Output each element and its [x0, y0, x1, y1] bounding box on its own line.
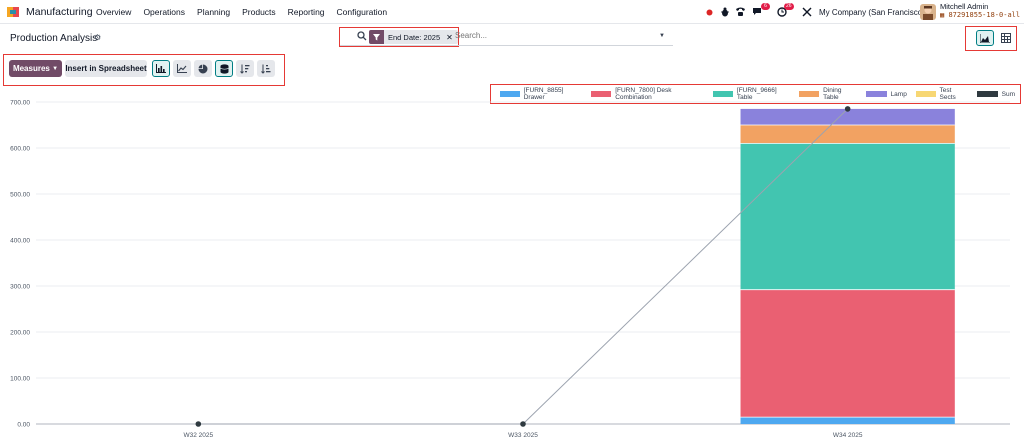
y-tick-label: 200.00: [10, 329, 30, 336]
line-chart-button[interactable]: [173, 60, 191, 77]
menu-item-products[interactable]: Products: [242, 7, 276, 17]
table-icon: [1001, 33, 1011, 43]
measures-button[interactable]: Measures ▼: [9, 60, 62, 77]
y-tick-label: 600.00: [10, 145, 30, 152]
x-tick-label: W34 2025: [833, 432, 863, 439]
pie-chart-icon: [198, 64, 208, 73]
stacked-toggle-button[interactable]: [215, 60, 233, 77]
bar-chart-icon: [156, 64, 166, 73]
page-title: Production Analysis: [10, 33, 98, 44]
database-name-text: 87291855-18-0-all: [948, 11, 1021, 19]
phone-icon[interactable]: [735, 6, 746, 17]
sort-ascending-button[interactable]: [257, 60, 275, 77]
database-icon: [219, 63, 229, 74]
filter-icon: [369, 30, 384, 44]
y-tick-label: 700.00: [10, 99, 30, 106]
area-chart-icon: [980, 33, 990, 43]
menu-item-planning[interactable]: Planning: [197, 7, 230, 17]
menu-item-operations[interactable]: Operations: [143, 7, 185, 17]
bar-segment: [740, 125, 955, 144]
line-chart-icon: [177, 64, 187, 73]
database-name: ▦ 87291855-18-0-all: [940, 11, 1021, 19]
bar-segment: [740, 289, 955, 418]
user-name[interactable]: Mitchell Admin: [940, 2, 988, 11]
messages-badge: 6: [761, 3, 770, 10]
top-navbar: Manufacturing Overview Operations Planni…: [0, 0, 1024, 24]
search-input[interactable]: [455, 31, 655, 40]
sort-descending-button[interactable]: [236, 60, 254, 77]
manufacturing-app-icon[interactable]: [7, 6, 19, 18]
facet-label: End Date: 2025: [388, 32, 441, 42]
caret-down-icon: ▼: [52, 65, 59, 72]
menu-item-overview[interactable]: Overview: [96, 7, 131, 17]
tools-icon[interactable]: [802, 7, 812, 17]
sum-point: [195, 421, 202, 427]
sort-ascending-icon: [261, 64, 271, 74]
x-tick-label: W32 2025: [184, 432, 214, 439]
y-tick-label: 300.00: [10, 283, 30, 290]
y-tick-label: 0.00: [17, 421, 30, 428]
y-tick-label: 100.00: [10, 375, 30, 382]
measures-label: Measures: [12, 64, 50, 73]
y-tick-label: 400.00: [10, 237, 30, 244]
sum-point: [844, 106, 851, 112]
search-facet[interactable]: End Date: 2025 ✕: [369, 30, 458, 44]
bar-segment: [740, 143, 955, 290]
app-name[interactable]: Manufacturing: [26, 6, 93, 18]
pie-chart-button[interactable]: [194, 60, 212, 77]
sort-descending-icon: [240, 64, 250, 74]
x-tick-label: W33 2025: [508, 432, 538, 439]
menu-item-reporting[interactable]: Reporting: [288, 7, 325, 17]
y-tick-label: 500.00: [10, 191, 30, 198]
pivot-view-button[interactable]: [997, 30, 1015, 46]
sum-point: [520, 421, 526, 427]
bug-icon[interactable]: [720, 7, 730, 17]
gear-icon[interactable]: ⚙: [94, 33, 101, 42]
graph-view-button[interactable]: [976, 30, 994, 46]
bar-chart-button[interactable]: [152, 60, 170, 77]
bar-segment: [740, 417, 955, 424]
menu-item-configuration[interactable]: Configuration: [337, 7, 388, 17]
company-switcher[interactable]: My Company (San Francisco): [819, 8, 925, 17]
activities-badge: 26: [784, 3, 794, 10]
production-chart: 0.00 100.00 200.00 300.00 400.00 500.00 600.00…: [10, 99, 1010, 439]
status-dot-icon[interactable]: [706, 9, 713, 16]
chevron-down-icon[interactable]: ▼: [659, 33, 665, 39]
insert-in-spreadsheet-button[interactable]: Insert in Spreadsheet: [65, 60, 147, 77]
main-menu: Overview Operations Planning Products Re…: [96, 7, 399, 17]
user-avatar[interactable]: [920, 4, 936, 20]
search-icon: [357, 31, 367, 41]
